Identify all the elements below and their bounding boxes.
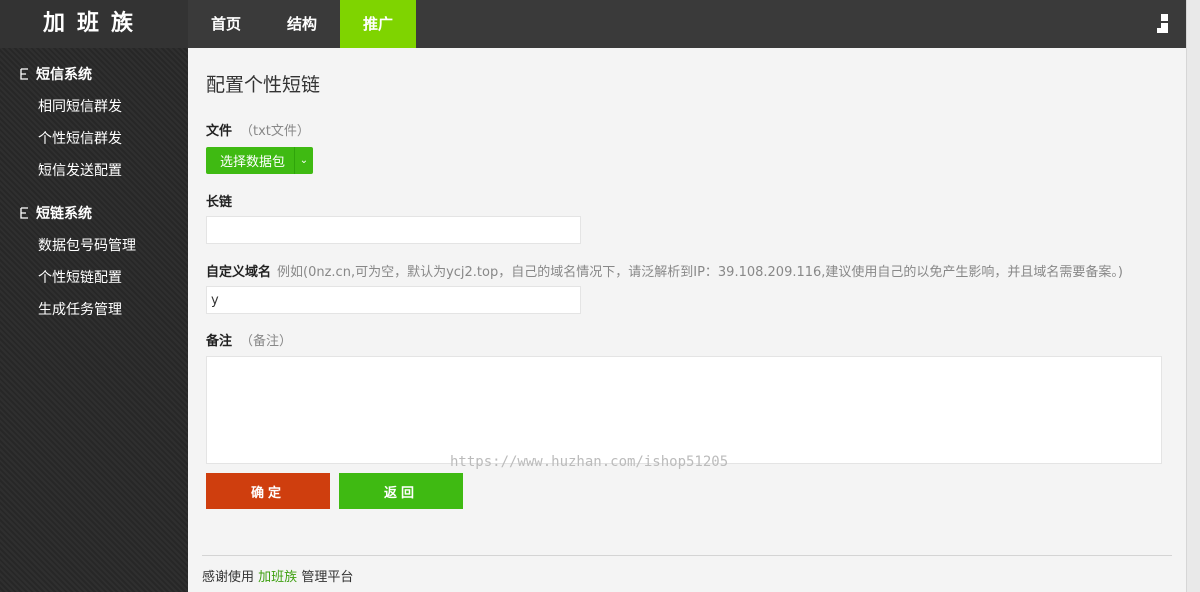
footer-prefix: 感谢使用: [202, 570, 255, 585]
remark-hint: （备注）: [240, 334, 293, 349]
footer-divider: [202, 555, 1172, 556]
domain-input[interactable]: [206, 286, 581, 314]
sidebar-group-label: 短信系统: [36, 67, 92, 83]
long-link-input[interactable]: [206, 216, 581, 244]
sidebar-item-personal-sms-broadcast[interactable]: 个性短信群发: [0, 123, 188, 155]
file-hint: （txt文件）: [240, 124, 310, 139]
select-package-label: 选择数据包: [220, 155, 286, 170]
remark-textarea[interactable]: [206, 356, 1162, 464]
domain-hint: 例如(0nz.cn,可为空，默认为ycj2.top，自己的域名情况下，请泛解析到…: [277, 265, 1123, 280]
domain-label-row: 自定义域名 例如(0nz.cn,可为空，默认为ycj2.top，自己的域名情况下，…: [206, 261, 1123, 280]
chevron-down-icon[interactable]: ⌄: [295, 155, 313, 166]
file-label-row: 文件 （txt文件）: [206, 120, 310, 139]
sidebar-group-sms[interactable]: 短信系统: [0, 62, 188, 86]
sidebar-item-same-sms-broadcast[interactable]: 相同短信群发: [0, 91, 188, 123]
sidebar-item-personal-shortlink-config[interactable]: 个性短链配置: [0, 262, 188, 294]
top-bar: 加班族 首页 结构 推广: [0, 0, 1186, 48]
nav-promotion[interactable]: 推广: [340, 0, 416, 48]
top-nav: 首页 结构 推广: [188, 0, 416, 48]
long-link-label: 长链: [206, 195, 233, 210]
footer-suffix: 管理平台: [301, 570, 354, 585]
select-package-button[interactable]: 选择数据包 ⌄: [206, 147, 313, 174]
menu-e-icon: [20, 207, 28, 219]
sidebar-list-shortlink: 数据包号码管理 个性短链配置 生成任务管理: [0, 230, 188, 326]
menu-e-icon: [20, 68, 28, 80]
main-content: 配置个性短链 文件 （txt文件） 选择数据包 ⌄ 长链 自定义域名 例如(0nz.…: [188, 48, 1186, 592]
sidebar-item-task-manage[interactable]: 生成任务管理: [0, 294, 188, 326]
remark-label: 备注: [206, 334, 233, 349]
sidebar-list-sms: 相同短信群发 个性短信群发 短信发送配置: [0, 91, 188, 187]
sidebar-group-shortlink[interactable]: 短链系统: [0, 201, 188, 225]
user-icon[interactable]: [1156, 14, 1170, 34]
remark-label-row: 备注 （备注）: [206, 330, 292, 349]
nav-structure[interactable]: 结构: [264, 0, 340, 48]
page-title: 配置个性短链: [206, 74, 321, 96]
sidebar: 短信系统 相同短信群发 个性短信群发 短信发送配置 短链系统 数据包号码管理 个…: [0, 48, 188, 592]
confirm-button[interactable]: 确定: [206, 473, 330, 509]
footer-brand-link[interactable]: 加班族: [258, 570, 297, 585]
back-button[interactable]: 返回: [339, 473, 463, 509]
footer: 感谢使用 加班族 管理平台: [202, 566, 353, 585]
sidebar-group-label: 短链系统: [36, 206, 92, 222]
app-logo: 加班族: [0, 0, 188, 48]
file-label: 文件: [206, 124, 233, 139]
nav-home[interactable]: 首页: [188, 0, 264, 48]
scrollbar[interactable]: [1186, 0, 1200, 592]
domain-label: 自定义域名: [206, 265, 272, 280]
sidebar-item-package-number-manage[interactable]: 数据包号码管理: [0, 230, 188, 262]
watermark-text: https://www.huzhan.com/ishop51205: [450, 454, 729, 470]
sidebar-item-sms-send-config[interactable]: 短信发送配置: [0, 155, 188, 187]
